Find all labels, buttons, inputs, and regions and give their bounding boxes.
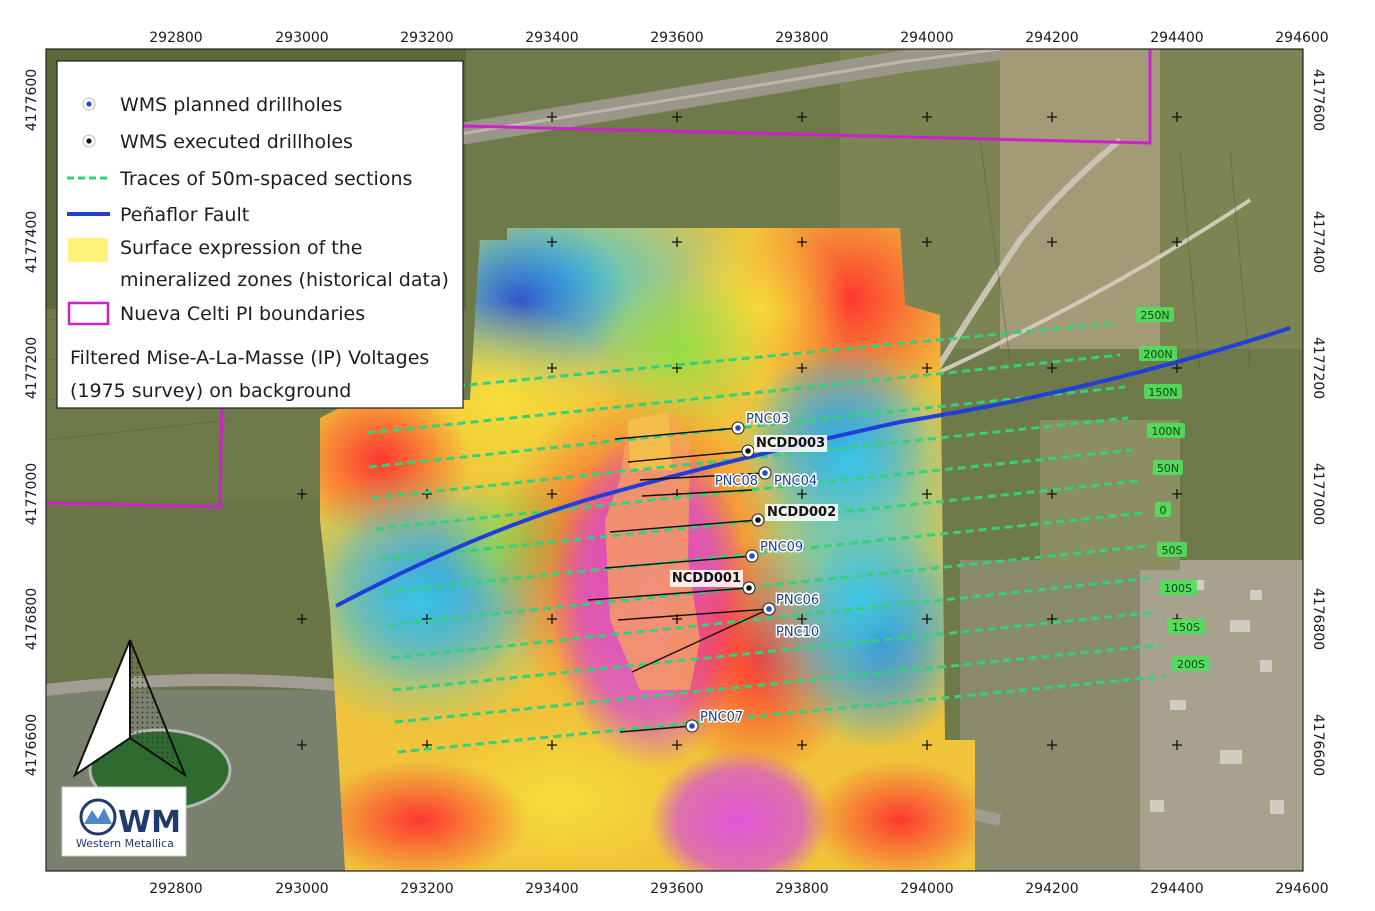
section-label: 100N: [1151, 425, 1180, 438]
axis-bottom-tick-label: 294200: [1025, 881, 1078, 897]
section-label: 100S: [1164, 582, 1192, 595]
section-label: 200N: [1143, 348, 1172, 361]
section-label: 50S: [1162, 544, 1183, 557]
section-label: 0: [1160, 504, 1167, 517]
drillhole-label: PNC07: [700, 710, 743, 725]
drillhole-marker-dot: [689, 723, 695, 729]
drillhole-marker-dot: [745, 448, 751, 454]
legend-planned-symbol: [82, 97, 96, 111]
legend-box: WMS planned drillholes WMS executed dril…: [56, 60, 464, 409]
axis-bottom-tick-label: 293000: [275, 881, 328, 897]
legend-boundaries-label: Nueva Celti PI boundaries: [120, 303, 365, 325]
legend-surface-symbol: [68, 238, 108, 262]
axis-right-tick-label: 4176600: [1310, 714, 1326, 776]
western-metallica-logo: WM Western Metallica: [61, 786, 187, 857]
section-label: 150S: [1172, 621, 1200, 634]
axis-top-tick-label: 294400: [1150, 30, 1203, 46]
drillhole-label: PNC09: [760, 540, 803, 555]
logo-subtitle: Western Metallica: [76, 837, 174, 850]
axis-bottom-tick-label: 294000: [900, 881, 953, 897]
axis-top-tick-label: 293800: [775, 30, 828, 46]
axis-right-tick-label: 4177600: [1310, 69, 1326, 131]
axis-top-tick-label: 292800: [149, 30, 202, 46]
axis-top-tick-label: 294600: [1275, 30, 1328, 46]
legend-note-line-2: (1975 survey) on background: [70, 380, 351, 402]
legend-surface-label-2: mineralized zones (historical data): [120, 269, 449, 291]
axis-left-tick-label: 4177200: [24, 337, 40, 399]
axis-top-tick-label: 294000: [900, 30, 953, 46]
axis-right-tick-label: 4177400: [1310, 211, 1326, 273]
legend-note-line-1: Filtered Mise-A-La-Masse (IP) Voltages: [70, 347, 429, 369]
axis-bottom-tick-label: 294600: [1275, 881, 1328, 897]
section-label: 150N: [1148, 386, 1177, 399]
axis-top-tick-label: 293400: [525, 30, 578, 46]
map-canvas: 250N 200N 150N 100N 50N 0 50S 100S 150S 200S PNC0…: [0, 0, 1375, 907]
axis-right-tick-label: 4177200: [1310, 337, 1326, 399]
logo-wm-text: WM: [118, 805, 181, 840]
legend-surface-label-1: Surface expression of the: [120, 237, 362, 259]
axis-left-tick-label: 4177000: [24, 463, 40, 525]
axis-left-tick-label: 4177400: [24, 211, 40, 273]
legend-executed-label: WMS executed drillholes: [120, 131, 353, 153]
axis-top-tick-label: 293200: [400, 30, 453, 46]
map-figure: 250N 200N 150N 100N 50N 0 50S 100S 150S 200S PNC0…: [0, 0, 1375, 907]
axis-bottom-tick-label: 292800: [149, 881, 202, 897]
drillhole-label: PNC03: [746, 412, 789, 427]
legend-planned-label: WMS planned drillholes: [120, 94, 342, 116]
legend-traces-label: Traces of 50m-spaced sections: [119, 168, 412, 190]
drillhole-label: PNC10: [776, 625, 819, 640]
axis-top-tick-label: 293000: [275, 30, 328, 46]
drillhole-label: NCDD003: [756, 436, 825, 451]
legend-executed-symbol: [82, 134, 96, 148]
axis-left-tick-label: 4177600: [24, 69, 40, 131]
axis-right-tick-label: 4176800: [1310, 588, 1326, 650]
axis-bottom-tick-label: 293800: [775, 881, 828, 897]
section-label: 50N: [1157, 462, 1179, 475]
drillhole-label: PNC08: [715, 474, 758, 489]
axis-right-tick-label: 4177000: [1310, 463, 1326, 525]
section-label: 250N: [1140, 309, 1169, 322]
drillhole-label: NCDD002: [767, 505, 836, 520]
drillhole-marker-dot: [766, 606, 772, 612]
drillhole-marker-dot: [762, 470, 768, 476]
drillhole-label: PNC06: [776, 593, 819, 608]
axis-bottom-tick-label: 293600: [650, 881, 703, 897]
axis-bottom-tick-label: 294400: [1150, 881, 1203, 897]
legend-fault-label: Peñaflor Fault: [120, 204, 249, 226]
axis-top-tick-label: 294200: [1025, 30, 1078, 46]
axis-top-tick-label: 293600: [650, 30, 703, 46]
drillhole-marker-dot: [755, 517, 761, 523]
drillhole-marker-dot: [735, 425, 741, 431]
drillhole-marker-dot: [746, 585, 752, 591]
axis-bottom-tick-label: 293200: [400, 881, 453, 897]
drillhole-marker-dot: [749, 553, 755, 559]
axis-left-tick-label: 4176600: [24, 714, 40, 776]
drillhole-label: PNC04: [774, 474, 817, 489]
section-label: 200S: [1177, 658, 1205, 671]
axis-bottom-tick-label: 293400: [525, 881, 578, 897]
drillhole-label: NCDD001: [672, 571, 741, 586]
axis-left-tick-label: 4176800: [24, 588, 40, 650]
